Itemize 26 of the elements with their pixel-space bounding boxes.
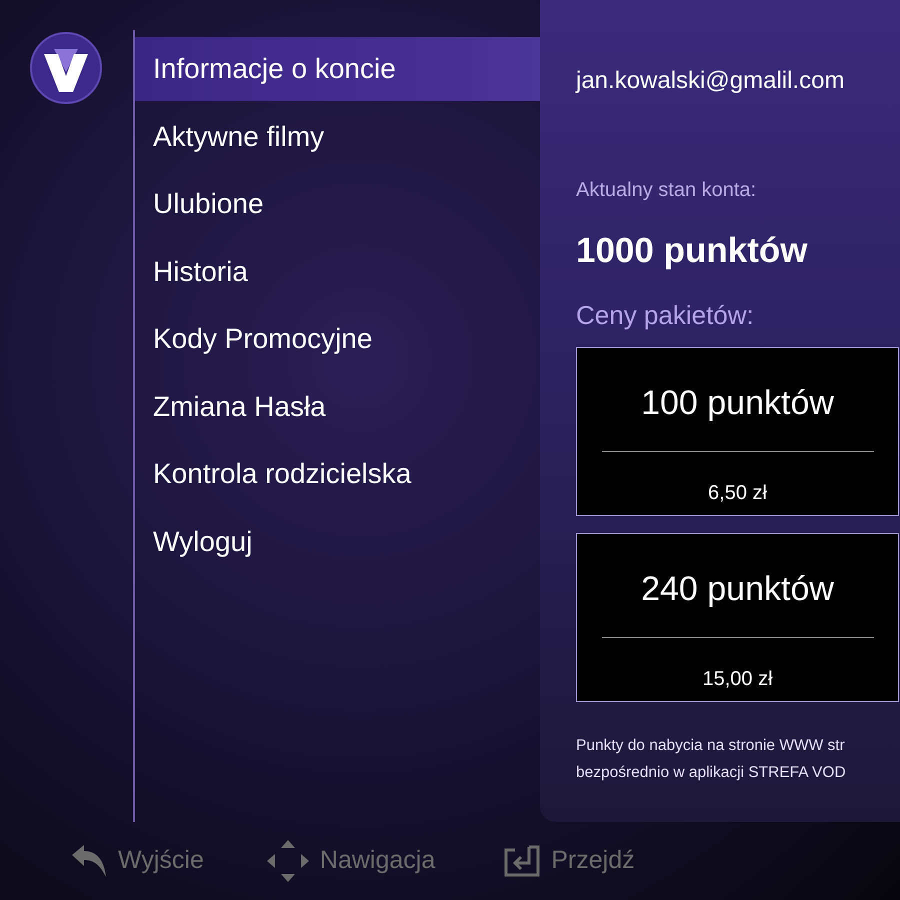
hint-label: Przejdź (551, 845, 635, 876)
hint-label: Wyjście (118, 845, 204, 876)
info-note: Punkty do nabycia na stronie WWW str bezpośrednio w aplikacji STREFA VOD (576, 736, 847, 782)
menu-item[interactable]: Kody Promocyjne (135, 307, 540, 371)
package-card[interactable]: 240 punktów 15,00 zł (576, 532, 899, 702)
menu-item[interactable]: Aktywne filmy (135, 104, 540, 168)
menu-item[interactable]: Historia (135, 240, 540, 304)
menu-item[interactable]: Kontrola rodzicielska (135, 442, 540, 506)
menu-item[interactable]: Wyloguj (135, 510, 540, 574)
hint-label: Nawigacja (320, 845, 436, 876)
package-price: 15,00 zł (702, 666, 773, 692)
package-points: 240 punktów (641, 568, 834, 610)
balance-value: 1000 punktów (576, 230, 808, 272)
menu-item[interactable]: Informacje o koncie (135, 37, 540, 101)
dpad-icon (266, 839, 310, 883)
account-email: jan.kowalski@gmalil.com (576, 66, 846, 96)
logo-icon (30, 32, 102, 104)
packages-title: Ceny pakietów: (576, 298, 755, 332)
balance-label: Aktualny stan konta: (576, 178, 758, 203)
package-price: 6,50 zł (708, 480, 767, 506)
enter-icon (503, 844, 542, 878)
back-arrow-icon (70, 843, 108, 879)
package-card[interactable]: 100 punktów 6,50 zł (576, 346, 899, 516)
menu-item[interactable]: Zmiana Hasła (135, 374, 540, 438)
package-points: 100 punktów (641, 382, 834, 424)
menu-item[interactable]: Ulubione (135, 172, 540, 236)
